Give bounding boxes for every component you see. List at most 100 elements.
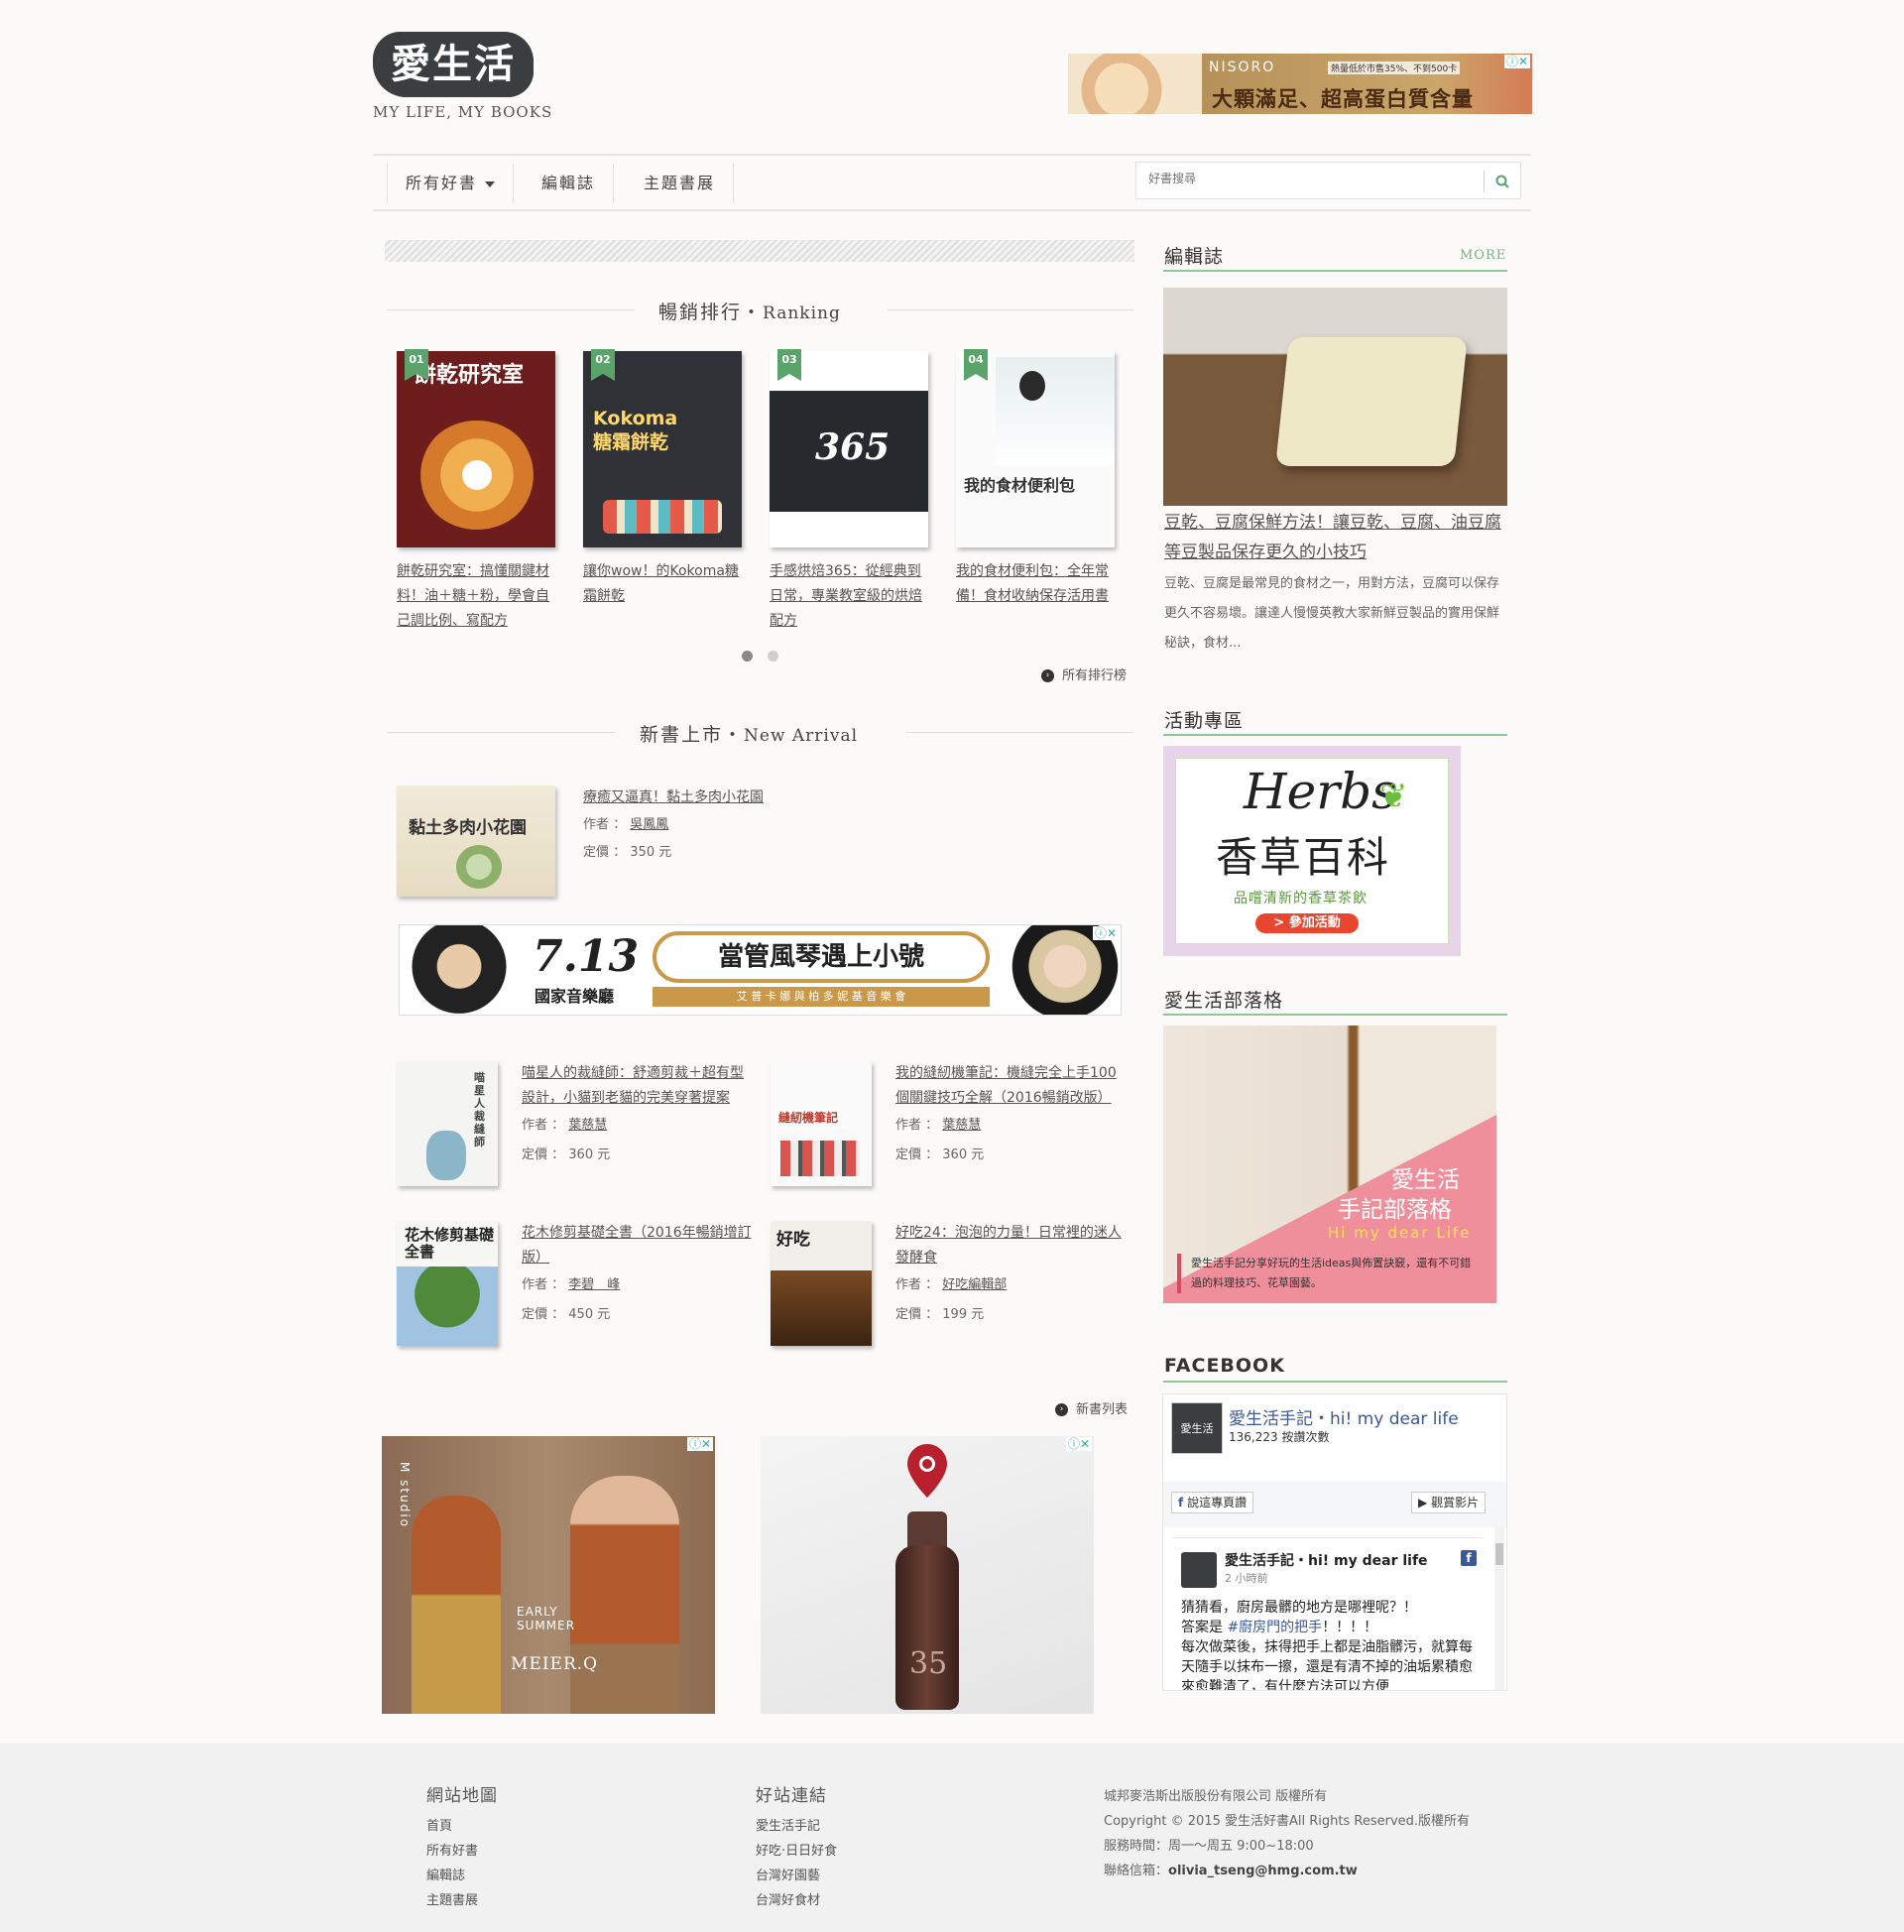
all-rankings-link[interactable]: › 所有排行榜	[1041, 664, 1127, 683]
contact-label: 聯絡信箱：	[1104, 1864, 1169, 1878]
facebook-heading: FACEBOOK	[1164, 1355, 1285, 1377]
fb-post-avatar[interactable]	[1181, 1552, 1217, 1588]
footer-link-magazine[interactable]: 編輯誌	[426, 1865, 465, 1883]
ad-subline: 艾 普 卡 娜 與 柏 多 妮 基 音 樂 會	[653, 987, 990, 1007]
bottle-image	[895, 1545, 959, 1710]
book-cover[interactable]: 餅乾研究室	[397, 351, 555, 547]
sewing-items-image	[780, 1141, 860, 1176]
footer-link-home[interactable]: 首頁	[426, 1815, 452, 1834]
nav-all-books[interactable]: 所有好書	[387, 164, 515, 203]
new-books-list-link[interactable]: › 新書列表	[1055, 1398, 1128, 1417]
blog-banner[interactable]: 愛生活 手記部落格 Hi my dear Life 愛生活手記分享好玩的生活id…	[1163, 1026, 1496, 1303]
concert-banner-ad[interactable]: 7.13 國家音樂廳 當管風琴遇上小號 艾 普 卡 娜 與 柏 多 妮 基 音 …	[399, 924, 1122, 1016]
footer-link-partner[interactable]: 台灣好食材	[756, 1889, 820, 1908]
footer-link-all-books[interactable]: 所有好書	[426, 1840, 478, 1859]
fb-like-button[interactable]: f 說這專頁讚	[1171, 1492, 1254, 1513]
cookies-image	[603, 500, 722, 534]
book-cover[interactable]: Kokoma 糖霜餅乾	[583, 351, 742, 547]
cookie-image	[418, 421, 536, 530]
beverage-ad[interactable]: 35 ⓘ✕	[761, 1436, 1094, 1714]
map-pin-icon	[907, 1444, 947, 1498]
fashion-ad[interactable]: M studio EARLY SUMMER MEIER.Q ⓘ✕	[382, 1436, 715, 1714]
search-input[interactable]	[1148, 172, 1476, 185]
book-cover[interactable]: 我的食材便利包	[956, 351, 1115, 547]
book-title[interactable]: 餅乾研究室：搞懂關鍵材料！油＋糖＋粉，學會自己調比例、寫配方	[397, 559, 555, 634]
author-label: 作者 ：	[583, 817, 627, 832]
succulent-image	[456, 845, 502, 889]
author-label: 作者 ：	[522, 1118, 565, 1133]
logo-text: 愛生活	[391, 41, 516, 87]
arrow-right-icon: ›	[1041, 669, 1054, 682]
ad-close-icon[interactable]: ⓘ✕	[686, 1437, 713, 1451]
footer-link-partner[interactable]: 好吃·日日好食	[756, 1840, 837, 1859]
magazine-article-title[interactable]: 豆乾、豆腐保鮮方法！讓豆乾、豆腐、油豆腐等豆製品保存更久的小技巧	[1164, 508, 1509, 567]
magazine-more-link[interactable]: MORE	[1460, 248, 1506, 263]
carousel-dot[interactable]	[742, 651, 753, 662]
price-value: 450 元	[568, 1307, 611, 1322]
carousel-dot[interactable]	[768, 651, 778, 662]
fb-post-prefix: 答案是	[1181, 1620, 1223, 1635]
herbs-event-banner[interactable]: Herbs ❦ 香草百科 品嚐清新的香草茶飲 > 參加活動	[1163, 746, 1461, 956]
footer-link-theme[interactable]: 主題書展	[426, 1889, 478, 1908]
footer-link-partner[interactable]: 愛生活手記	[756, 1815, 820, 1834]
facebook-icon[interactable]: f	[1461, 1550, 1477, 1566]
book-cover[interactable]: 縫紉機筆記	[771, 1061, 872, 1186]
divider	[888, 309, 1133, 310]
top-banner-ad[interactable]: NISORO 熱量低於市售35%、不到500卡 大顆滿足、超高蛋白質含量 ⓘ✕	[1068, 54, 1532, 114]
price-label: 定價 ：	[895, 1307, 939, 1322]
book-cover[interactable]: 好吃	[771, 1221, 872, 1346]
scrollbar-thumb[interactable]	[1495, 1543, 1503, 1565]
magazine-heading: 編輯誌	[1164, 246, 1225, 268]
ranking-book[interactable]: 02 Kokoma 糖霜餅乾 讓你wow！的Kokoma糖霜餅乾	[583, 349, 742, 609]
ad-close-icon[interactable]: ⓘ✕	[1092, 926, 1119, 940]
search-icon	[1495, 175, 1509, 188]
fb-page-name[interactable]: 愛生活手記・hi! my dear life	[1229, 1404, 1506, 1429]
book-price: 定價 ： 360 元	[522, 1141, 752, 1170]
book-title[interactable]: 我的食材便利包：全年常備！食材收納保存活用書	[956, 559, 1115, 609]
nav-magazine[interactable]: 編輯誌	[524, 164, 615, 203]
author-link[interactable]: 好吃編輯部	[942, 1277, 1007, 1292]
search-button[interactable]	[1484, 171, 1519, 192]
book-cover[interactable]: 365	[770, 351, 928, 547]
ad-close-icon[interactable]: ⓘ✕	[1503, 55, 1530, 68]
contact-email[interactable]: olivia_tseng@hmg.com.tw	[1168, 1864, 1358, 1878]
cover-text: 花木修剪基礎全書	[405, 1226, 495, 1261]
ranking-book[interactable]: 01 餅乾研究室 餅乾研究室：搞懂關鍵材料！油＋糖＋粉，學會自己調比例、寫配方	[397, 349, 555, 634]
fb-page-avatar[interactable]: 愛生活	[1171, 1402, 1223, 1454]
nav-theme-exhibit[interactable]: 主題書展	[626, 164, 735, 203]
fb-hashtag-link[interactable]: #廚房門的把手	[1227, 1620, 1322, 1635]
join-event-button[interactable]: > 參加活動	[1255, 913, 1359, 933]
book-title[interactable]: 手感烘焙365：從經典到日常，專業教室級的烘焙配方	[770, 559, 928, 634]
divider	[1163, 734, 1507, 736]
fb-video-label: 觀賞影片	[1431, 1496, 1480, 1509]
leaf-icon: ❦	[1379, 777, 1408, 816]
book-title[interactable]: 讓你wow！的Kokoma糖霜餅乾	[583, 559, 742, 609]
site-footer: 網站地圖 首頁 所有好書 編輯誌 主題書展 好站連結 愛生活手記 好吃·日日好食…	[0, 1744, 1904, 1932]
author-link[interactable]: 葉慈慧	[942, 1118, 981, 1133]
book-cover[interactable]: 花木修剪基礎全書	[397, 1221, 498, 1346]
footer-link-partner[interactable]: 台灣好園藝	[756, 1865, 820, 1883]
fb-post-author[interactable]: 愛生活手記・hi! my dear life	[1225, 1550, 1428, 1570]
author-link[interactable]: 吳鳳鳳	[630, 817, 668, 832]
book-title[interactable]: 喵星人的裁縫師：舒適剪裁＋超有型設計，小貓到老貓的完美穿著提案	[522, 1061, 752, 1111]
ad-close-icon[interactable]: ⓘ✕	[1065, 1437, 1092, 1451]
tofu-image[interactable]	[1163, 288, 1507, 506]
price-label: 定價 ：	[522, 1147, 565, 1162]
fb-post-body: 猜猜看，廚房最髒的地方是哪裡呢？！ 答案是 #廚房門的把手！！！！ 每次做菜後，…	[1181, 1598, 1479, 1690]
blog-description: 愛生活手記分享好玩的生活ideas與佈置訣竅，還有不可錯過的料理技巧、花草園藝。	[1177, 1254, 1481, 1293]
fb-video-button[interactable]: ▶ 觀賞影片	[1411, 1492, 1487, 1513]
book-title[interactable]: 好吃24：泡泡的力量！日常裡的迷人發酵食	[895, 1221, 1126, 1270]
banner-inner: Herbs ❦ 香草百科 品嚐清新的香草茶飲 > 參加活動	[1175, 758, 1449, 944]
site-logo[interactable]: 愛生活	[373, 32, 534, 97]
ranking-book[interactable]: 03 365 手感烘焙365：從經典到日常，專業教室級的烘焙配方	[770, 349, 928, 634]
cover-text: 喵星人裁縫師	[474, 1071, 485, 1148]
author-link[interactable]: 葉慈慧	[568, 1118, 607, 1133]
book-cover[interactable]: 黏土多肉小花園	[397, 785, 555, 897]
fb-scrollbar[interactable]	[1494, 1527, 1504, 1690]
book-title[interactable]: 我的縫紉機筆記：機縫完全上手100個關鍵技巧全解（2016暢銷改版）	[895, 1061, 1126, 1111]
book-title[interactable]: 療癒又逼真！黏土多肉小花園	[583, 785, 980, 810]
book-title[interactable]: 花木修剪基礎全書（2016年暢銷增訂版）	[522, 1221, 752, 1270]
ranking-book[interactable]: 04 我的食材便利包 我的食材便利包：全年常備！食材收納保存活用書	[956, 349, 1115, 609]
book-cover[interactable]: 喵星人裁縫師	[397, 1061, 498, 1186]
author-link[interactable]: 李碧 峰	[568, 1277, 620, 1292]
